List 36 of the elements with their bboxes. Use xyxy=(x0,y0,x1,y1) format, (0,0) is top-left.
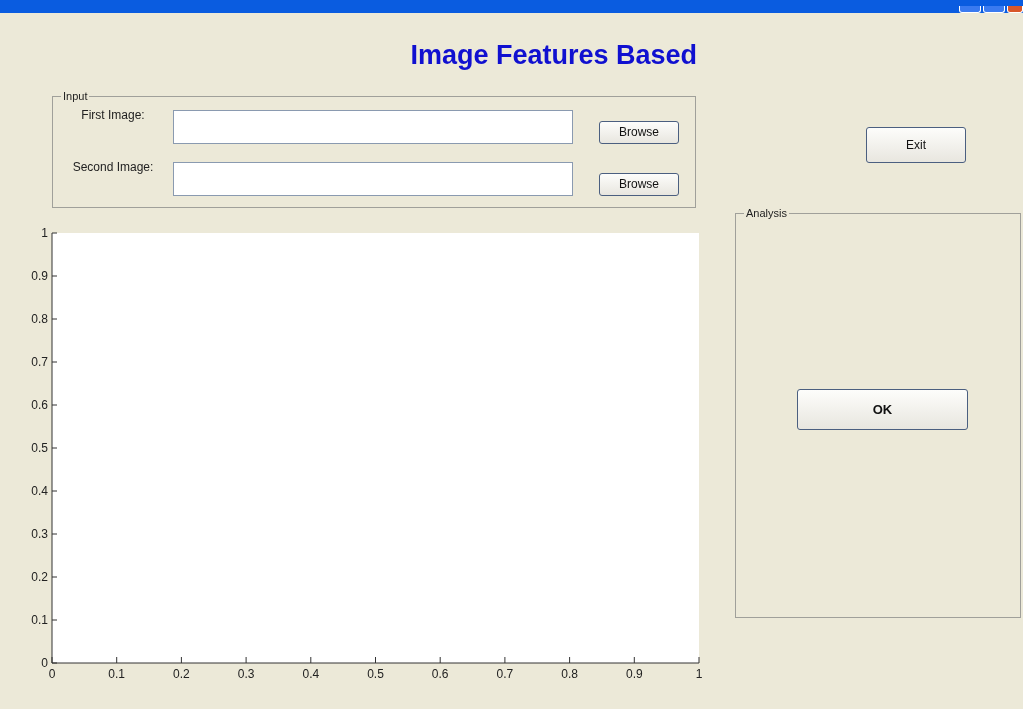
browse-button[interactable]: Browse xyxy=(599,120,679,144)
x-tick-label: 0.2 xyxy=(173,667,190,681)
panel-legend: Analysis xyxy=(744,207,789,219)
y-tick-label: 0 xyxy=(41,656,48,670)
x-tick-label: 0.9 xyxy=(625,667,643,681)
panel-legend: Input xyxy=(61,90,90,102)
x-tick-label: 0.1 xyxy=(108,667,126,681)
y-tick-label: 0.8 xyxy=(31,312,48,326)
exit-button[interactable]: Exit xyxy=(866,127,966,163)
y-tick-label: 0.6 xyxy=(31,398,48,412)
close-button[interactable] xyxy=(1007,6,1023,13)
y-tick-label: 0.4 xyxy=(31,484,48,498)
x-tick-label: 0.3 xyxy=(237,667,255,681)
maximize-button[interactable] xyxy=(983,6,1005,13)
x-tick-label: 0.4 xyxy=(302,667,320,681)
field-label: Second Image: xyxy=(71,160,155,174)
input-field[interactable] xyxy=(173,162,573,196)
y-tick-label: 0.1 xyxy=(31,613,48,627)
input-field[interactable] xyxy=(173,110,573,144)
y-tick-label: 0.7 xyxy=(31,355,48,369)
y-tick-label: 1 xyxy=(41,226,48,240)
y-tick-label: 0.2 xyxy=(31,570,48,584)
browse-button[interactable]: Browse xyxy=(599,172,679,196)
x-tick-label: 0.8 xyxy=(561,667,578,681)
x-tick-label: 0.6 xyxy=(431,667,449,681)
y-tick-label: 0.9 xyxy=(31,269,48,283)
minimize-button[interactable] xyxy=(959,6,981,13)
y-tick-label: 0.5 xyxy=(31,441,48,455)
x-tick-label: 0.7 xyxy=(496,667,514,681)
field-label: First Image: xyxy=(80,108,146,122)
x-tick-label: 1 xyxy=(695,667,703,681)
y-tick-label: 0.3 xyxy=(31,527,48,541)
ok-button[interactable]: OK xyxy=(797,389,968,430)
app-title: Image Features Based xyxy=(410,40,697,71)
x-tick-label: 0.5 xyxy=(367,667,384,681)
x-tick-label: 0 xyxy=(48,667,56,681)
